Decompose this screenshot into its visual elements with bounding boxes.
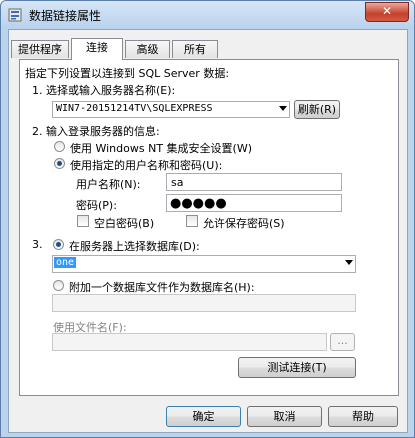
data-link-icon xyxy=(8,8,22,22)
refresh-button-label: 刷新(R) xyxy=(297,103,337,116)
title-bar[interactable]: 数据链接属性 ✕ xyxy=(1,1,414,29)
save-password-checkbox[interactable] xyxy=(186,215,198,227)
step3-number: 3. xyxy=(32,238,43,251)
attach-db-radio[interactable] xyxy=(53,280,64,291)
tab-advanced[interactable]: 高级 xyxy=(125,40,170,58)
username-label: 用户名称(N): xyxy=(76,178,141,191)
tab-connection[interactable]: 连接 xyxy=(71,38,123,60)
database-value: one xyxy=(54,257,77,268)
username-input[interactable]: sa xyxy=(166,173,342,191)
ok-button[interactable]: 确定 xyxy=(166,406,241,427)
chevron-down-icon[interactable] xyxy=(279,106,287,111)
save-password-label: 允许保存密码(S) xyxy=(203,217,285,230)
server-name-combobox[interactable]: WIN7-20151214TV\SQLEXPRESS xyxy=(52,101,290,118)
windows-auth-radio[interactable] xyxy=(54,141,65,152)
refresh-button[interactable]: 刷新(R) xyxy=(294,100,340,119)
tab-provider[interactable]: 提供程序 xyxy=(11,40,69,58)
filename-input[interactable] xyxy=(52,333,327,351)
help-button[interactable]: 帮助 xyxy=(328,406,398,427)
chevron-down-icon[interactable] xyxy=(345,260,353,265)
help-button-label: 帮助 xyxy=(352,410,374,423)
database-combobox[interactable]: one xyxy=(52,255,356,273)
step2-label: 2. 输入登录服务器的信息: xyxy=(32,125,160,138)
attach-db-name-input[interactable] xyxy=(52,294,356,312)
select-db-label: 在服务器上选择数据库(D): xyxy=(69,240,200,253)
dialog-window: 数据链接属性 ✕ 提供程序 连接 高级 所有 指定下列设置以连接到 SQL Se… xyxy=(0,0,415,438)
ok-button-label: 确定 xyxy=(192,410,215,423)
windows-auth-label: 使用 Windows NT 集成安全设置(W) xyxy=(70,142,252,155)
browse-button-label: ... xyxy=(337,334,348,347)
cancel-button-label: 取消 xyxy=(273,410,296,423)
username-value: sa xyxy=(171,176,184,189)
intro-text: 指定下列设置以连接到 SQL Server 数据: xyxy=(25,67,230,80)
close-button[interactable]: ✕ xyxy=(365,2,409,22)
window-title: 数据链接属性 xyxy=(29,9,102,23)
test-connection-button[interactable]: 测试连接(T) xyxy=(238,357,356,378)
blank-password-checkbox[interactable] xyxy=(77,215,89,227)
select-db-radio[interactable] xyxy=(53,239,64,250)
blank-password-label: 空白密码(B) xyxy=(94,217,155,230)
close-icon: ✕ xyxy=(381,4,393,18)
server-name-value: WIN7-20151214TV\SQLEXPRESS xyxy=(56,103,213,114)
tab-label: 提供程序 xyxy=(18,43,62,56)
cancel-button[interactable]: 取消 xyxy=(247,406,322,427)
password-input[interactable]: ●●●●● xyxy=(166,194,342,212)
connection-panel: 指定下列设置以连接到 SQL Server 数据: 1. 选择或输入服务器名称(… xyxy=(19,59,399,396)
step1-label: 1. 选择或输入服务器名称(E): xyxy=(32,84,176,97)
dialog-client: 提供程序 连接 高级 所有 指定下列设置以连接到 SQL Server 数据: … xyxy=(8,29,408,433)
sql-auth-label: 使用指定的用户名称和密码(U): xyxy=(70,159,223,172)
browse-button[interactable]: ... xyxy=(330,333,355,351)
password-value: ●●●●● xyxy=(170,196,227,211)
tab-label: 所有 xyxy=(184,43,206,56)
tab-all[interactable]: 所有 xyxy=(172,40,218,58)
password-label: 密码(P): xyxy=(76,199,117,212)
sql-auth-radio[interactable] xyxy=(54,158,65,169)
tab-label: 连接 xyxy=(86,41,108,54)
test-connection-label: 测试连接(T) xyxy=(267,361,327,374)
tab-label: 高级 xyxy=(136,43,159,56)
attach-db-label: 附加一个数据库文件作为数据库名(H): xyxy=(69,281,255,294)
